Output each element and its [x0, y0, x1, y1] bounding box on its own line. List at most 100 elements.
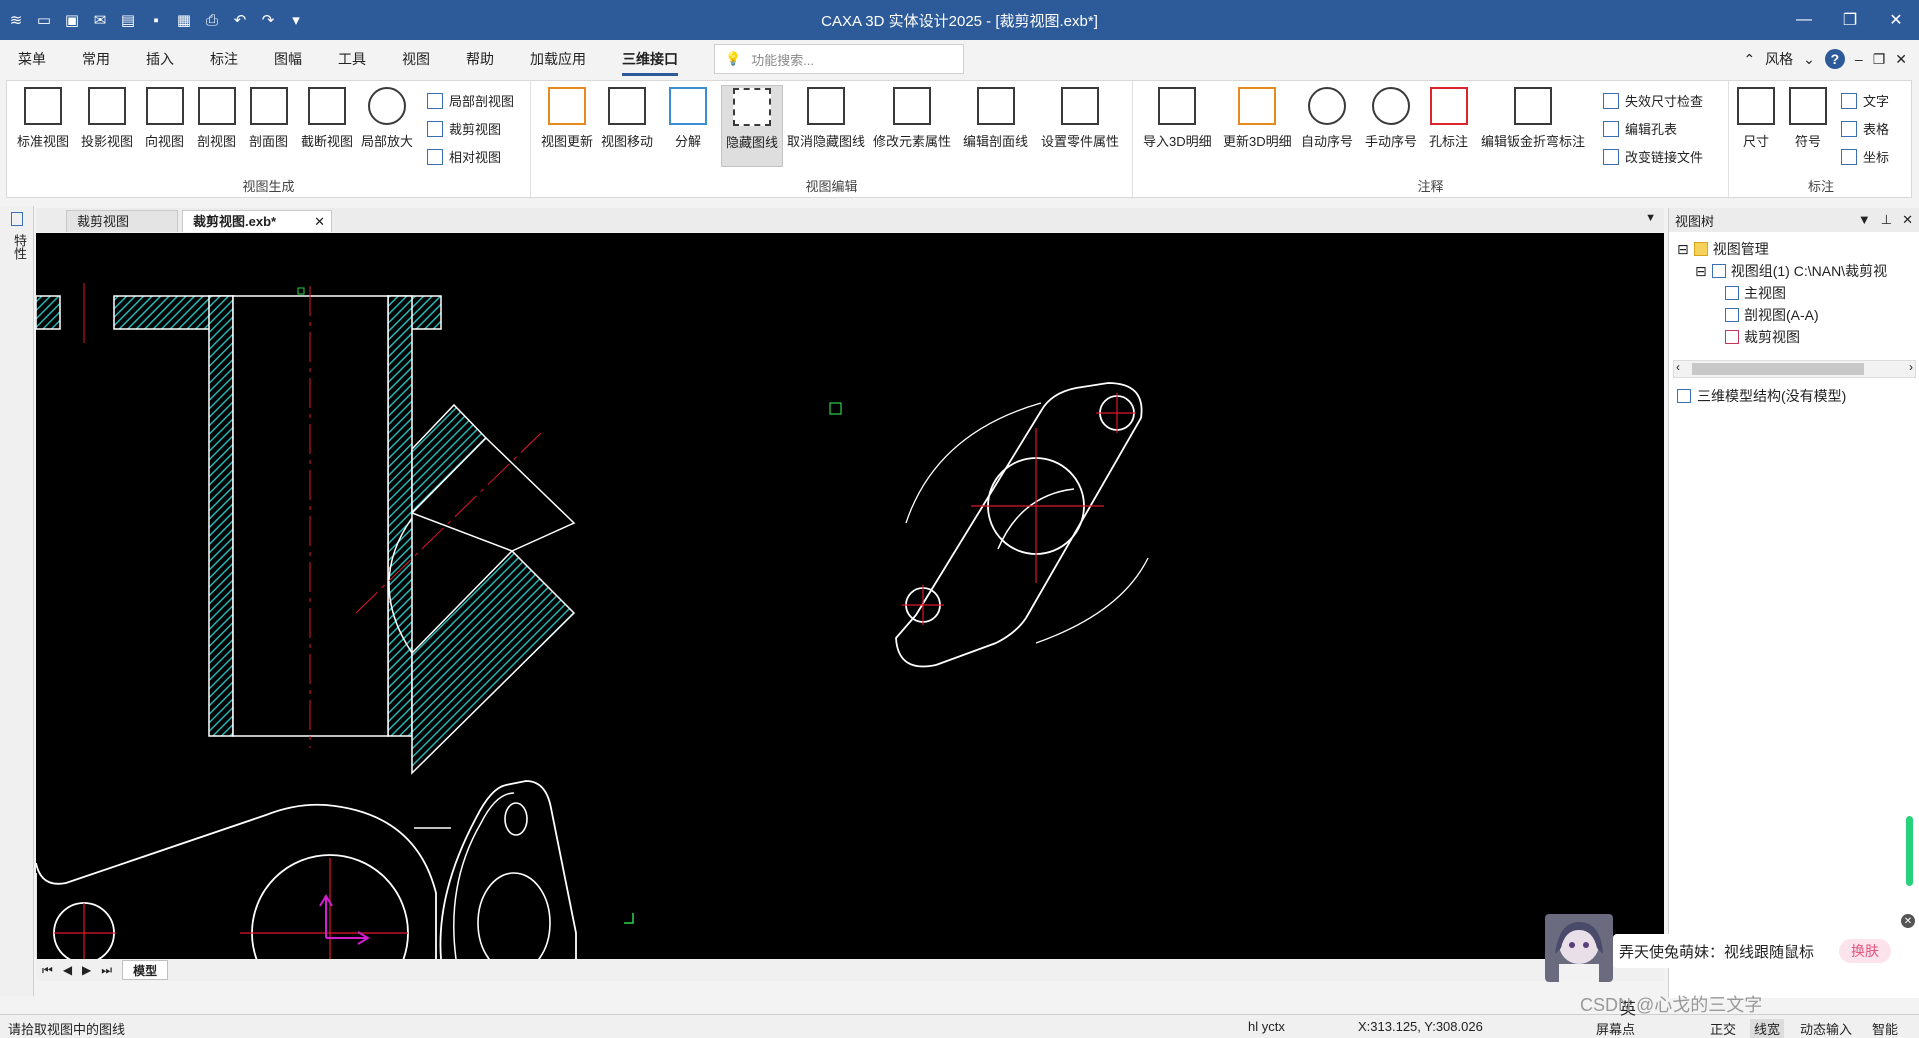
close-icon[interactable]: ✕	[1873, 0, 1919, 40]
table-button[interactable]: 表格	[1841, 119, 1889, 138]
menu-item-menu[interactable]: 菜单	[0, 40, 64, 78]
scroll-left-icon[interactable]: ‹	[1676, 360, 1680, 374]
view-update-button[interactable]: 视图更新	[541, 87, 593, 150]
collapse-ribbon-icon[interactable]: ⌃	[1743, 51, 1755, 68]
menu-item-view[interactable]: 视图	[384, 40, 448, 78]
symbol-button[interactable]: 符号	[1789, 87, 1827, 150]
tree-node-section-view[interactable]: 剖视图(A-A)	[1677, 304, 1911, 326]
update-3d-bom-button[interactable]: 更新3D明细	[1223, 87, 1292, 150]
sheetmetal-bend-note-button[interactable]: 编辑钣金折弯标注	[1481, 87, 1585, 150]
tab-crop-view-exb[interactable]: 裁剪视图.exb* ✕	[182, 210, 332, 232]
search-input[interactable]: 💡 功能搜索...	[714, 44, 964, 74]
coordinate-button[interactable]: 坐标	[1841, 147, 1889, 166]
mail-icon[interactable]: ✉	[90, 10, 110, 30]
snap-marker[interactable]	[829, 402, 842, 415]
lineweight-toggle[interactable]: 线宽	[1750, 1019, 1785, 1038]
edit-hole-table-button[interactable]: 编辑孔表	[1603, 119, 1677, 138]
part-props-button[interactable]: 设置零件属性	[1041, 87, 1119, 150]
section-view-a-a[interactable]	[36, 283, 576, 775]
swap-skin-button[interactable]: 换肤	[1839, 939, 1891, 963]
menu-item-annotate[interactable]: 标注	[192, 40, 256, 78]
hide-lines-button[interactable]: 隐藏图线	[721, 85, 783, 167]
import-3d-bom-button[interactable]: 导入3D明细	[1143, 87, 1212, 150]
menu-item-insert[interactable]: 插入	[128, 40, 192, 78]
explode-button[interactable]: 分解	[669, 87, 707, 150]
tabs-dropdown-icon[interactable]: ▼	[1645, 212, 1656, 224]
doc-minimize-icon[interactable]: –	[1855, 51, 1863, 67]
app-logo-icon[interactable]: ≋	[6, 10, 26, 30]
last-sheet-icon[interactable]: ⏭	[101, 963, 112, 978]
help-icon[interactable]: ?	[1824, 49, 1845, 69]
auto-balloon-button[interactable]: 自动序号	[1301, 87, 1353, 150]
style-dropdown-icon[interactable]: ⌄	[1803, 51, 1815, 68]
text-button[interactable]: 文字	[1841, 91, 1889, 110]
collapse-icon[interactable]: ⊟	[1677, 241, 1689, 258]
section-view-button[interactable]: 剖视图	[197, 87, 236, 150]
menu-item-sheet[interactable]: 图幅	[256, 40, 320, 78]
tree-node-view-management[interactable]: ⊟ 视图管理	[1677, 238, 1911, 260]
change-link-file-button[interactable]: 改变链接文件	[1603, 147, 1703, 166]
redo-icon[interactable]: ↷	[258, 10, 278, 30]
open-folder-icon[interactable]: ▤	[118, 10, 138, 30]
panel-close-icon[interactable]: ✕	[1902, 212, 1913, 228]
doc-close-icon[interactable]: ✕	[1895, 51, 1907, 68]
cross-section-button[interactable]: 剖面图	[249, 87, 288, 150]
detail-view-button[interactable]: 局部放大	[361, 87, 413, 150]
partial-section-button[interactable]: 局部剖视图	[427, 91, 514, 110]
main-view[interactable]	[36, 780, 634, 959]
collapse-icon[interactable]: ⊟	[1695, 263, 1707, 280]
avatar[interactable]	[1545, 914, 1613, 982]
restore-icon[interactable]: ❐	[1827, 0, 1873, 40]
ortho-toggle[interactable]: 正交	[1710, 1019, 1736, 1038]
scroll-thumb[interactable]	[1692, 363, 1864, 375]
modify-element-props-button[interactable]: 修改元素属性	[873, 87, 951, 150]
crop-view-button[interactable]: 裁剪视图	[427, 119, 501, 138]
invalid-dimension-check-button[interactable]: 失效尺寸检查	[1603, 91, 1703, 110]
manual-balloon-button[interactable]: 手动序号	[1365, 87, 1417, 150]
minimize-icon[interactable]: —	[1781, 0, 1827, 40]
tab-model[interactable]: 模型	[122, 960, 169, 980]
tree-node-view-group[interactable]: ⊟ 视图组(1) C:\NAN\裁剪视	[1677, 260, 1911, 282]
panel-menu-icon[interactable]: ▼	[1858, 212, 1871, 228]
tree-node-3d-structure[interactable]: 三维模型结构(没有模型)	[1677, 386, 1846, 406]
crop-view-flange[interactable]	[829, 382, 1149, 668]
style-label[interactable]: 风格	[1765, 49, 1793, 69]
tree-node-main-view[interactable]: 主视图	[1677, 282, 1911, 304]
edit-hatch-button[interactable]: 编辑剖面线	[963, 87, 1028, 150]
unhide-lines-button[interactable]: 取消隐藏图线	[787, 87, 865, 150]
open-template-icon[interactable]: ▣	[62, 10, 82, 30]
save-icon[interactable]: ▪	[146, 10, 166, 30]
dimension-button[interactable]: 尺寸	[1737, 87, 1775, 150]
view-move-button[interactable]: 视图移动	[601, 87, 653, 150]
first-sheet-icon[interactable]: ⏮	[42, 963, 53, 978]
tab-crop-view[interactable]: 裁剪视图	[66, 210, 178, 232]
tree-node-crop-view[interactable]: 裁剪视图	[1677, 326, 1911, 348]
menu-item-addons[interactable]: 加载应用	[512, 40, 604, 78]
drawing-canvas[interactable]	[36, 233, 1664, 959]
menu-item-help[interactable]: 帮助	[448, 40, 512, 78]
save-as-icon[interactable]: ▦	[174, 10, 194, 30]
menu-item-3d-interface[interactable]: 三维接口	[604, 40, 696, 78]
dynamic-input-toggle[interactable]: 动态输入	[1800, 1019, 1852, 1038]
print-icon[interactable]: ⎙	[202, 10, 222, 30]
customize-icon[interactable]: ▾	[286, 10, 306, 30]
menu-item-tools[interactable]: 工具	[320, 40, 384, 78]
scroll-right-icon[interactable]: ›	[1909, 360, 1913, 374]
menu-item-common[interactable]: 常用	[64, 40, 128, 78]
projection-view-button[interactable]: 投影视图	[81, 87, 133, 150]
standard-view-button[interactable]: 标准视图	[17, 87, 69, 150]
doc-restore-icon[interactable]: ❐	[1873, 51, 1886, 68]
next-sheet-icon[interactable]: ▶	[82, 963, 91, 977]
new-file-icon[interactable]: ▭	[34, 10, 54, 30]
smart-toggle[interactable]: 智能	[1872, 1019, 1898, 1038]
properties-label[interactable]: 特性	[10, 234, 29, 260]
prev-sheet-icon[interactable]: ◀	[63, 963, 72, 977]
break-view-button[interactable]: 截断视图	[301, 87, 353, 150]
tree-horizontal-scrollbar[interactable]: ‹ ›	[1673, 360, 1916, 378]
tab-close-icon[interactable]: ✕	[314, 211, 325, 233]
snap-mode-screen-point[interactable]: 屏幕点	[1596, 1019, 1635, 1038]
properties-icon[interactable]	[11, 212, 23, 226]
undo-icon[interactable]: ↶	[230, 10, 250, 30]
direction-view-button[interactable]: 向视图	[145, 87, 184, 150]
hole-callout-button[interactable]: 孔标注	[1429, 87, 1468, 150]
